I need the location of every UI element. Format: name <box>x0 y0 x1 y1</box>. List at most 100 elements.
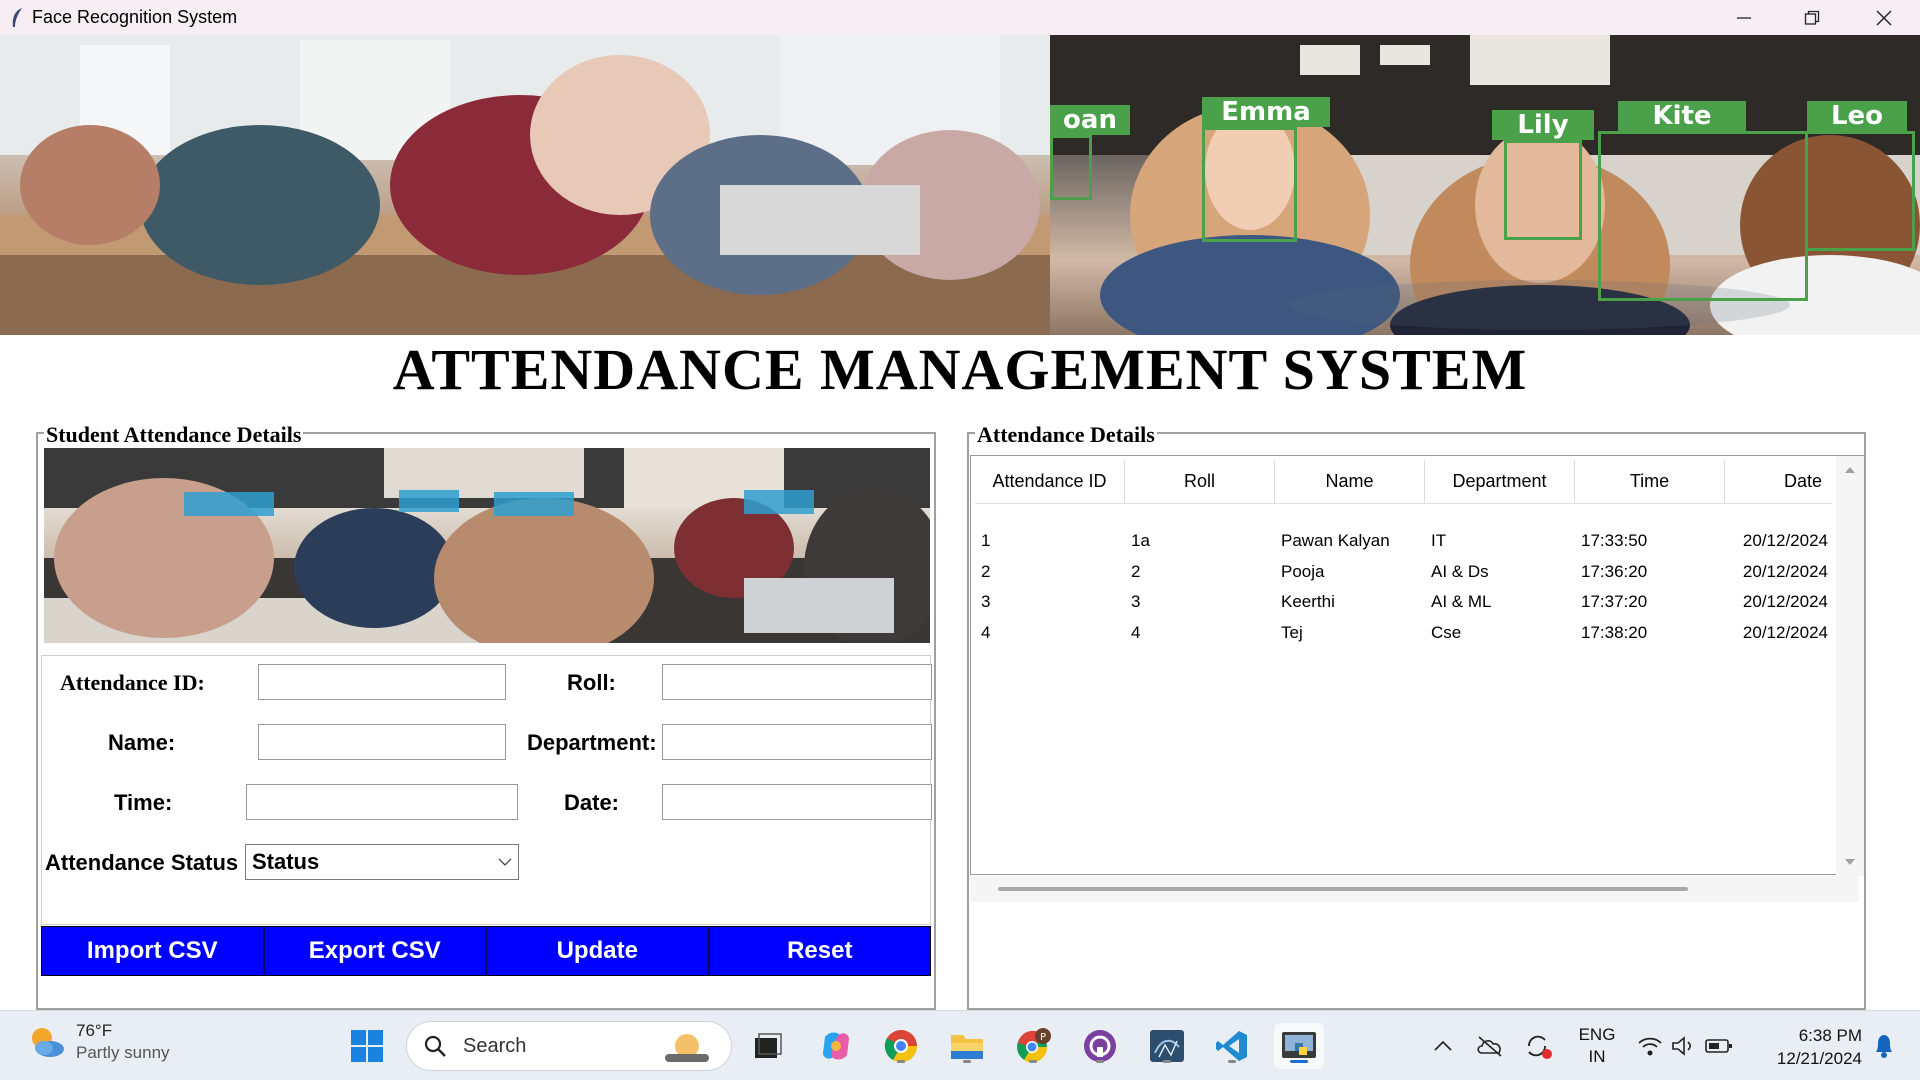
attendance-id-input[interactable] <box>258 664 506 700</box>
file-explorer-button[interactable] <box>944 1023 990 1069</box>
task-view-button[interactable] <box>744 1023 790 1069</box>
chrome-button[interactable] <box>878 1023 924 1069</box>
svg-text:P: P <box>1040 1032 1046 1043</box>
name-input[interactable] <box>258 724 506 760</box>
system-clock[interactable]: 6:38 PM 12/21/2024 <box>1752 1024 1862 1070</box>
table-cell: 20/12/2024 <box>1742 531 1828 551</box>
chrome-profile-button[interactable]: P <box>1010 1023 1056 1069</box>
copilot-icon <box>823 1032 849 1060</box>
export-csv-button[interactable]: Export CSV <box>264 927 487 975</box>
table-header: Attendance ID Roll Name Department Time … <box>975 460 1832 504</box>
table-cell: 1a <box>1131 531 1150 551</box>
table-cell: 20/12/2024 <box>1742 622 1828 642</box>
github-desktop-button[interactable] <box>1077 1023 1123 1069</box>
table-cell: 20/12/2024 <box>1742 561 1828 581</box>
taskbar-search[interactable]: Search <box>406 1021 732 1071</box>
bell-icon <box>1876 1035 1892 1058</box>
reset-button[interactable]: Reset <box>709 927 930 975</box>
department-input[interactable] <box>662 724 932 760</box>
quick-settings-button[interactable] <box>1630 1023 1740 1069</box>
language-code: ENG <box>1578 1025 1616 1044</box>
python-app-button[interactable] <box>1274 1023 1324 1069</box>
vscode-icon <box>1216 1031 1247 1061</box>
time-label: Time: <box>114 790 173 815</box>
table-row[interactable]: 1 1a Pawan Kalyan IT 17:33:50 20/12/2024 <box>975 526 1832 557</box>
column-header-date[interactable]: Date <box>1725 460 1832 503</box>
scrollbar-thumb[interactable] <box>998 887 1688 891</box>
column-header-time[interactable]: Time <box>1575 460 1725 503</box>
table-row[interactable]: 2 2 Pooja AI & Ds 17:36:20 20/12/2024 <box>975 557 1832 588</box>
table-cell: 17:33:50 <box>1581 531 1648 551</box>
face-recognition-photo: oan Emma Lily Kite Leo <box>1050 35 1920 335</box>
scroll-arrows-icon <box>1845 467 1855 865</box>
table-row[interactable]: 3 3 Keerthi AI & ML 17:37:20 20/12/2024 <box>975 587 1832 618</box>
show-hidden-icons-button[interactable] <box>1418 1023 1468 1069</box>
horizontal-scrollbar[interactable] <box>970 876 1859 902</box>
face-box <box>1805 131 1915 251</box>
date-input[interactable] <box>662 784 932 820</box>
table-cell: 17:36:20 <box>1581 561 1648 581</box>
wifi-icon <box>1638 1037 1662 1056</box>
roll-input[interactable] <box>662 664 932 700</box>
table-cell: Tej <box>1281 622 1303 642</box>
chrome-icon <box>884 1030 918 1063</box>
column-header-roll[interactable]: Roll <box>1125 460 1275 503</box>
face-tag: Lily <box>1492 110 1594 140</box>
vscode-button[interactable] <box>1209 1023 1255 1069</box>
github-icon <box>1084 1030 1116 1062</box>
attendance-status-select[interactable]: Status <box>245 844 519 880</box>
table-cell: 3 <box>1131 592 1141 612</box>
table-cell: IT <box>1431 531 1447 551</box>
running-indicator <box>963 1060 971 1063</box>
task-view-icon <box>755 1033 782 1058</box>
weather-widget[interactable]: 76°F Partly sunny <box>26 1021 170 1063</box>
date-label: Date: <box>564 790 620 815</box>
roll-label: Roll: <box>567 670 616 695</box>
attendance-status-label: Attendance Status <box>45 850 239 875</box>
table-cell: Pawan Kalyan <box>1281 531 1390 551</box>
import-csv-button[interactable]: Import CSV <box>42 927 265 975</box>
face-box <box>1202 127 1297 242</box>
update-button[interactable]: Update <box>487 927 710 975</box>
running-indicator <box>1096 1060 1104 1063</box>
table-cell: 17:37:20 <box>1581 592 1648 612</box>
onedrive-button[interactable] <box>1468 1023 1512 1069</box>
attendance-table[interactable]: Attendance ID Roll Name Department Time … <box>970 455 1865 876</box>
table-row[interactable]: 4 4 Tej Cse 17:38:20 20/12/2024 <box>975 618 1832 649</box>
taskbar: 76°F Partly sunny Search P ENG IN 6:38 P… <box>0 1010 1920 1080</box>
page-title: ATTENDANCE MANAGEMENT SYSTEM <box>392 337 1528 402</box>
mysql-workbench-button[interactable] <box>1144 1023 1190 1069</box>
chevron-up-icon <box>1434 1040 1452 1051</box>
focus-badge <box>184 492 274 516</box>
start-button[interactable] <box>344 1023 390 1069</box>
table-cell: 2 <box>981 561 991 581</box>
column-header-attendance-id[interactable]: Attendance ID <box>975 460 1125 503</box>
search-highlight-icon <box>665 1034 709 1062</box>
restore-button[interactable] <box>1778 0 1846 35</box>
cloud-offline-icon <box>1477 1036 1502 1057</box>
notifications-button[interactable] <box>1864 1023 1904 1069</box>
column-header-department[interactable]: Department <box>1425 460 1575 503</box>
name-label: Name: <box>108 730 176 755</box>
face-tag: Leo <box>1807 101 1907 131</box>
face-tag: oan <box>1050 105 1130 135</box>
clock-time: 6:38 PM <box>1798 1026 1862 1045</box>
close-button[interactable] <box>1850 0 1918 35</box>
active-indicator <box>1290 1060 1308 1063</box>
vertical-scrollbar[interactable] <box>1836 456 1864 876</box>
table-cell: Pooja <box>1281 561 1325 581</box>
action-buttons: Import CSV Export CSV Update Reset <box>41 926 931 976</box>
face-box <box>1504 140 1582 240</box>
table-cell: AI & ML <box>1431 592 1492 612</box>
restore-icon <box>1804 10 1820 25</box>
close-icon <box>1876 10 1892 25</box>
column-header-name[interactable]: Name <box>1275 460 1425 503</box>
table-cell: Cse <box>1431 622 1462 642</box>
time-input[interactable] <box>246 784 518 820</box>
copilot-button[interactable] <box>813 1023 859 1069</box>
minimize-button[interactable] <box>1710 0 1778 35</box>
focus-badge <box>494 492 574 516</box>
title-bar: Face Recognition System <box>0 0 1920 35</box>
sync-button[interactable] <box>1516 1023 1560 1069</box>
language-indicator[interactable]: ENG IN <box>1570 1024 1624 1068</box>
